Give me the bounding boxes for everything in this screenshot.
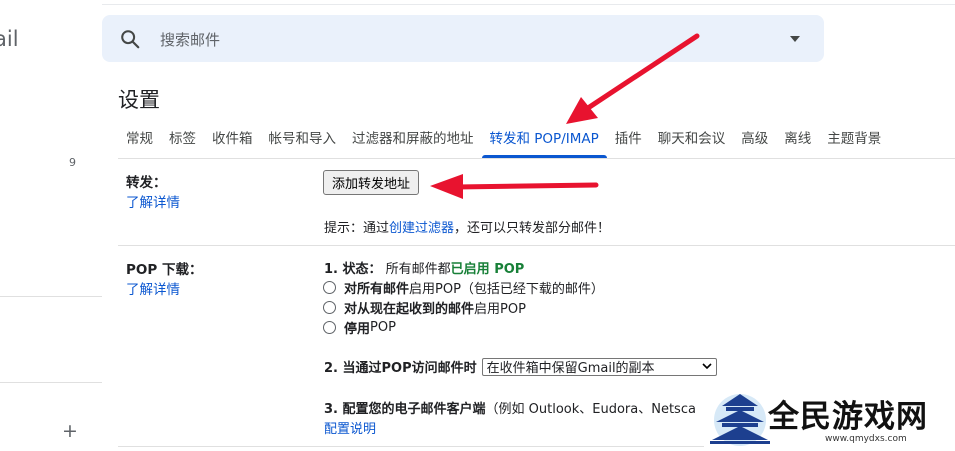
radio-button[interactable] [323,321,336,334]
pop-status-value: 已启用 POP [450,262,525,277]
tab-addons[interactable]: 插件 [607,130,650,158]
pop-access-row: 2. 当通过POP访问邮件时 在收件箱中保留Gmail的副本 [324,357,717,376]
tab-offline[interactable]: 离线 [776,130,819,158]
tab-inbox[interactable]: 收件箱 [204,130,261,158]
tab-forwarding-pop-imap[interactable]: 转发和 POP/IMAP [481,130,608,158]
option-bold-text: 对从现在起收到的邮件 [344,302,475,317]
watermark-url: www.qmydxs.com [825,434,907,444]
forwarding-learn-more-link[interactable]: 了解详情 [126,191,180,211]
pop-status-text: 所有邮件都 [385,262,451,277]
sidebar-divider [0,296,102,297]
client-config-row: 3. 配置您的电子邮件客户端（例如 Outlook、Eudora、Netsca [324,398,714,417]
tab-general[interactable]: 常规 [118,130,161,158]
radio-button[interactable] [323,301,336,314]
pop-option-from-now[interactable]: 对从现在起收到的邮件 启用POP [323,298,526,317]
option-bold-text: 停用 [344,322,371,337]
create-filter-link[interactable]: 创建过滤器 [389,221,454,236]
watermark: 全民游戏网 www.qmydxs.com [704,382,955,451]
top-divider [102,4,955,5]
plus-icon[interactable]: + [62,420,78,442]
chevron-down-icon [702,363,712,370]
search-placeholder[interactable]: 搜索邮件 [160,29,220,50]
arrow-to-button-icon [430,174,599,199]
client-config-label: 3. 配置您的电子邮件客户端 [324,402,486,417]
add-forwarding-address-button[interactable]: 添加转发地址 [323,170,420,195]
hint-prefix: 提示：通过 [324,221,390,236]
pop-download-label: POP 下载： [126,262,203,278]
unread-count: 9 [69,156,76,169]
tab-accounts[interactable]: 帐号和导入 [261,130,345,158]
hint-suffix: ，还可以只转发部分邮件！ [454,221,611,236]
gmail-logo-text[interactable]: ail [0,27,19,51]
page-title: 设置 [118,88,160,112]
tab-labels[interactable]: 标签 [161,130,204,158]
search-bar[interactable]: 搜索邮件 [102,15,824,62]
pop-access-label: 2. 当通过POP访问邮件时 [324,361,477,376]
forwarding-label: 转发： [126,175,167,191]
configuration-instructions-link[interactable]: 配置说明 [324,418,376,437]
option-rest-text: 启用POP（包括已经下载的邮件） [409,282,604,297]
tab-filters[interactable]: 过滤器和屏蔽的地址 [344,130,482,158]
pop-option-disable[interactable]: 停用 POP [323,318,396,337]
option-rest-text: POP [370,320,396,335]
pop-status-number: 1. 状态： [324,262,382,277]
forwarding-hint: 提示：通过创建过滤器，还可以只转发部分邮件！ [324,217,610,236]
section-divider [118,245,955,246]
option-rest-text: 启用POP [474,302,526,317]
tab-chat-meet[interactable]: 聊天和会议 [650,130,734,158]
tab-advanced[interactable]: 高级 [733,130,776,158]
tabs-divider [118,158,955,159]
option-bold-text: 对所有邮件 [344,282,410,297]
client-config-text: （例如 Outlook、Eudora、Netsca [485,402,696,417]
settings-tabs: 常规 标签 收件箱 帐号和导入 过滤器和屏蔽的地址 转发和 POP/IMAP 插… [118,130,889,158]
radio-button[interactable] [323,281,336,294]
sidebar-divider [0,382,102,383]
search-options-icon[interactable] [788,35,802,43]
pagoda-logo-icon [710,394,770,446]
watermark-text: 全民游戏网 [768,399,928,435]
search-icon[interactable] [119,28,141,50]
pop-option-all[interactable]: 对所有邮件 启用POP（包括已经下载的邮件） [323,278,604,297]
tab-themes[interactable]: 主题背景 [819,130,889,158]
pop-access-select[interactable]: 在收件箱中保留Gmail的副本 [481,357,717,376]
pop-access-value: 在收件箱中保留Gmail的副本 [486,361,655,376]
pop-learn-more-link[interactable]: 了解详情 [126,278,180,298]
pop-status: 1. 状态： 所有邮件都已启用 POP [324,258,524,277]
